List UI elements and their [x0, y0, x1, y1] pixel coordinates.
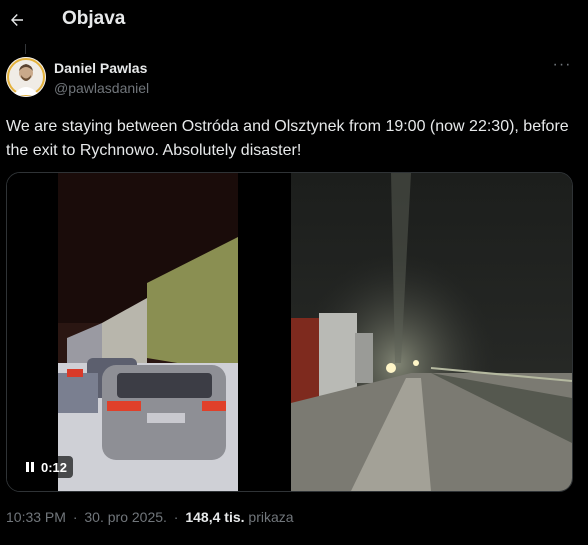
post-text: We are staying between Ostróda and Olszt… [6, 118, 569, 159]
thread-line [25, 44, 26, 54]
post-time[interactable]: 10:33 PM [6, 509, 66, 525]
author-handle[interactable]: @pawlasdaniel [54, 80, 149, 96]
avatar-image [6, 57, 46, 97]
post-date[interactable]: 30. pro 2025. [84, 509, 167, 525]
page-title: Objava [62, 8, 126, 29]
more-options-button[interactable]: ··· [552, 56, 572, 78]
avatar[interactable] [6, 57, 46, 97]
video-time: 0:12 [41, 459, 68, 475]
meta-separator: · [72, 509, 78, 525]
more-horizontal-icon: ··· [552, 56, 572, 73]
photo-image [291, 173, 572, 491]
pause-icon [26, 462, 34, 472]
meta-separator-2: · [173, 509, 179, 525]
top-bar: Objava [0, 0, 588, 40]
view-count: 148,4 tis. [185, 509, 245, 525]
arrow-left-icon [11, 14, 23, 26]
back-button[interactable] [6, 6, 28, 34]
media-grid: 0:12 [6, 172, 573, 492]
photo-media[interactable] [291, 173, 572, 491]
video-frame [7, 173, 289, 491]
post-meta: 10:33 PM · 30. pro 2025. · 148,4 tis. pr… [6, 509, 294, 525]
video-playback-control[interactable]: 0:12 [19, 456, 74, 478]
view-label: prikaza [248, 509, 294, 525]
video-media[interactable]: 0:12 [7, 173, 289, 491]
author-name[interactable]: Daniel Pawlas [54, 60, 147, 76]
